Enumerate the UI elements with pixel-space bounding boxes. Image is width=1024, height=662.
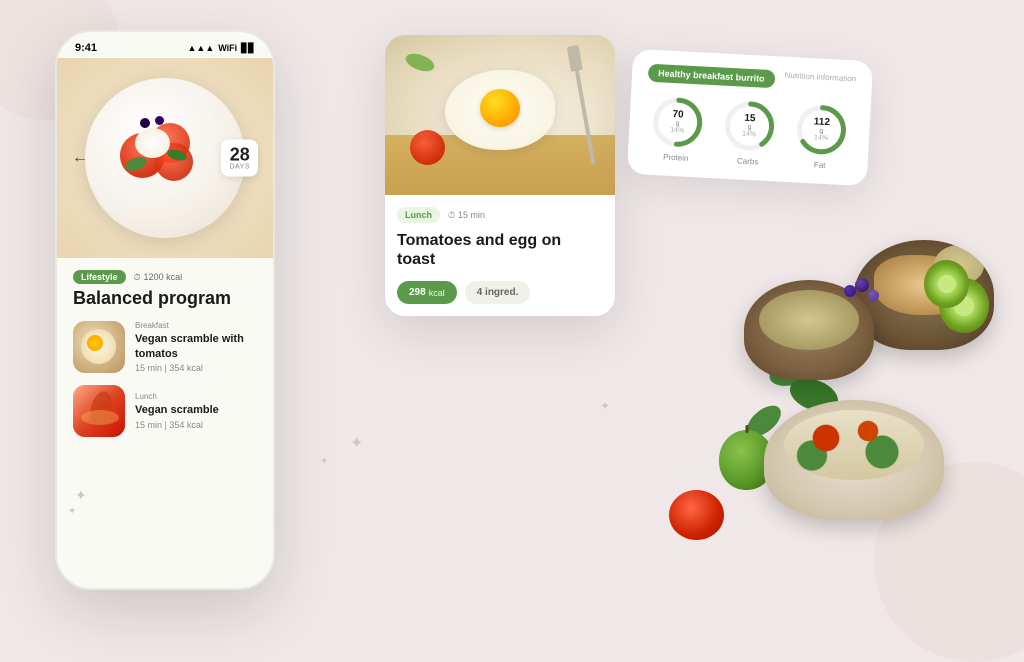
wifi-icon: WiFi [218,43,237,53]
sparkle-4: ✦ [600,400,610,412]
phone-mockup: 9:41 ▲▲▲ WiFi ▊▊ ← [55,30,275,590]
battery-icon: ▊▊ [241,43,255,54]
protein-label: Protein [663,153,689,163]
recipe-stats: 298 kcal 4 ingred. [397,281,603,304]
days-label: DAYS [229,164,250,171]
recipe-title: Tomatoes and egg on toast [397,231,603,269]
sparkle-1: ✦ [75,488,87,502]
food-decoration [704,0,1024,612]
status-icons: ▲▲▲ WiFi ▊▊ [188,43,256,54]
phone-content: Lifestyle ⏱ 1200 kcal Balanced program B… [57,258,273,461]
blueberry-2 [844,285,856,297]
kcal-unit: kcal [429,288,445,298]
kcal-text: 1200 kcal [144,272,183,282]
hero-image: ← 28 DAYS [57,58,273,258]
blueberry-1 [855,278,869,292]
bowl-grain [744,280,874,380]
kcal-info: ⏱ 1200 kcal [134,272,183,283]
ingred-label: ingred. [485,287,518,298]
kiwi-2 [924,260,969,308]
meal-item-1[interactable]: Breakfast Vegan scramble with tomatos 15… [73,321,257,373]
meal-details-1: 15 min | 354 kcal [135,363,257,373]
days-badge: 28 DAYS [221,140,258,177]
status-bar: 9:41 ▲▲▲ WiFi ▊▊ [57,32,273,58]
program-title: Balanced program [73,288,257,309]
meal-name-2: Vegan scramble [135,403,257,417]
clock-icon: ⏱ [134,272,141,283]
protein-chart: 70 g 14% [649,94,706,151]
quinoa [759,290,859,350]
meal-name-1: Vegan scramble with tomatos [135,332,257,361]
meal-details-2: 15 min | 354 kcal [135,420,257,430]
time-text: 15 min [458,210,485,220]
blueberry-3 [868,290,879,301]
recipe-image [385,35,615,195]
meal-category-1: Breakfast [135,321,257,330]
meal-info-2: Lunch Vegan scramble 15 min | 354 kcal [135,392,257,429]
program-meta: Lifestyle ⏱ 1200 kcal [73,270,257,284]
lunch-tag[interactable]: Lunch [397,207,440,223]
meal-info-1: Breakfast Vegan scramble with tomatos 15… [135,321,257,373]
lifestyle-badge[interactable]: Lifestyle [73,270,126,284]
protein-item: 70 g 14% Protein [649,94,706,164]
sparkle-3: ✦ [350,436,363,452]
tomato [669,490,724,540]
salad-bowl [764,400,944,520]
protein-percent: 14% [670,127,684,135]
meal-thumb-1 [73,321,125,373]
signal-icon: ▲▲▲ [188,43,215,53]
sparkle-2: ✦ [68,507,76,517]
time: 9:41 [75,42,97,54]
sparkle-5: ✦ [320,457,328,467]
recipe-tags: Lunch ⏱ 15 min [397,207,603,223]
kcal-value: 298 [409,287,426,298]
ingred-value: 4 [477,287,483,298]
meal-item-2[interactable]: Lunch Vegan scramble 15 min | 354 kcal [73,385,257,437]
ingred-pill[interactable]: 4 ingred. [465,281,531,304]
protein-value: 70 [671,110,686,121]
meal-thumb-2 [73,385,125,437]
recipe-card: Lunch ⏱ 15 min Tomatoes and egg on toast… [385,35,615,316]
time-tag: ⏱ 15 min [448,210,485,221]
days-number: 28 [229,146,250,164]
clock-icon: ⏱ [448,210,455,221]
recipe-body: Lunch ⏱ 15 min Tomatoes and egg on toast… [385,195,615,316]
salad-content [784,410,924,480]
kcal-pill[interactable]: 298 kcal [397,281,457,304]
meal-category-2: Lunch [135,392,257,401]
